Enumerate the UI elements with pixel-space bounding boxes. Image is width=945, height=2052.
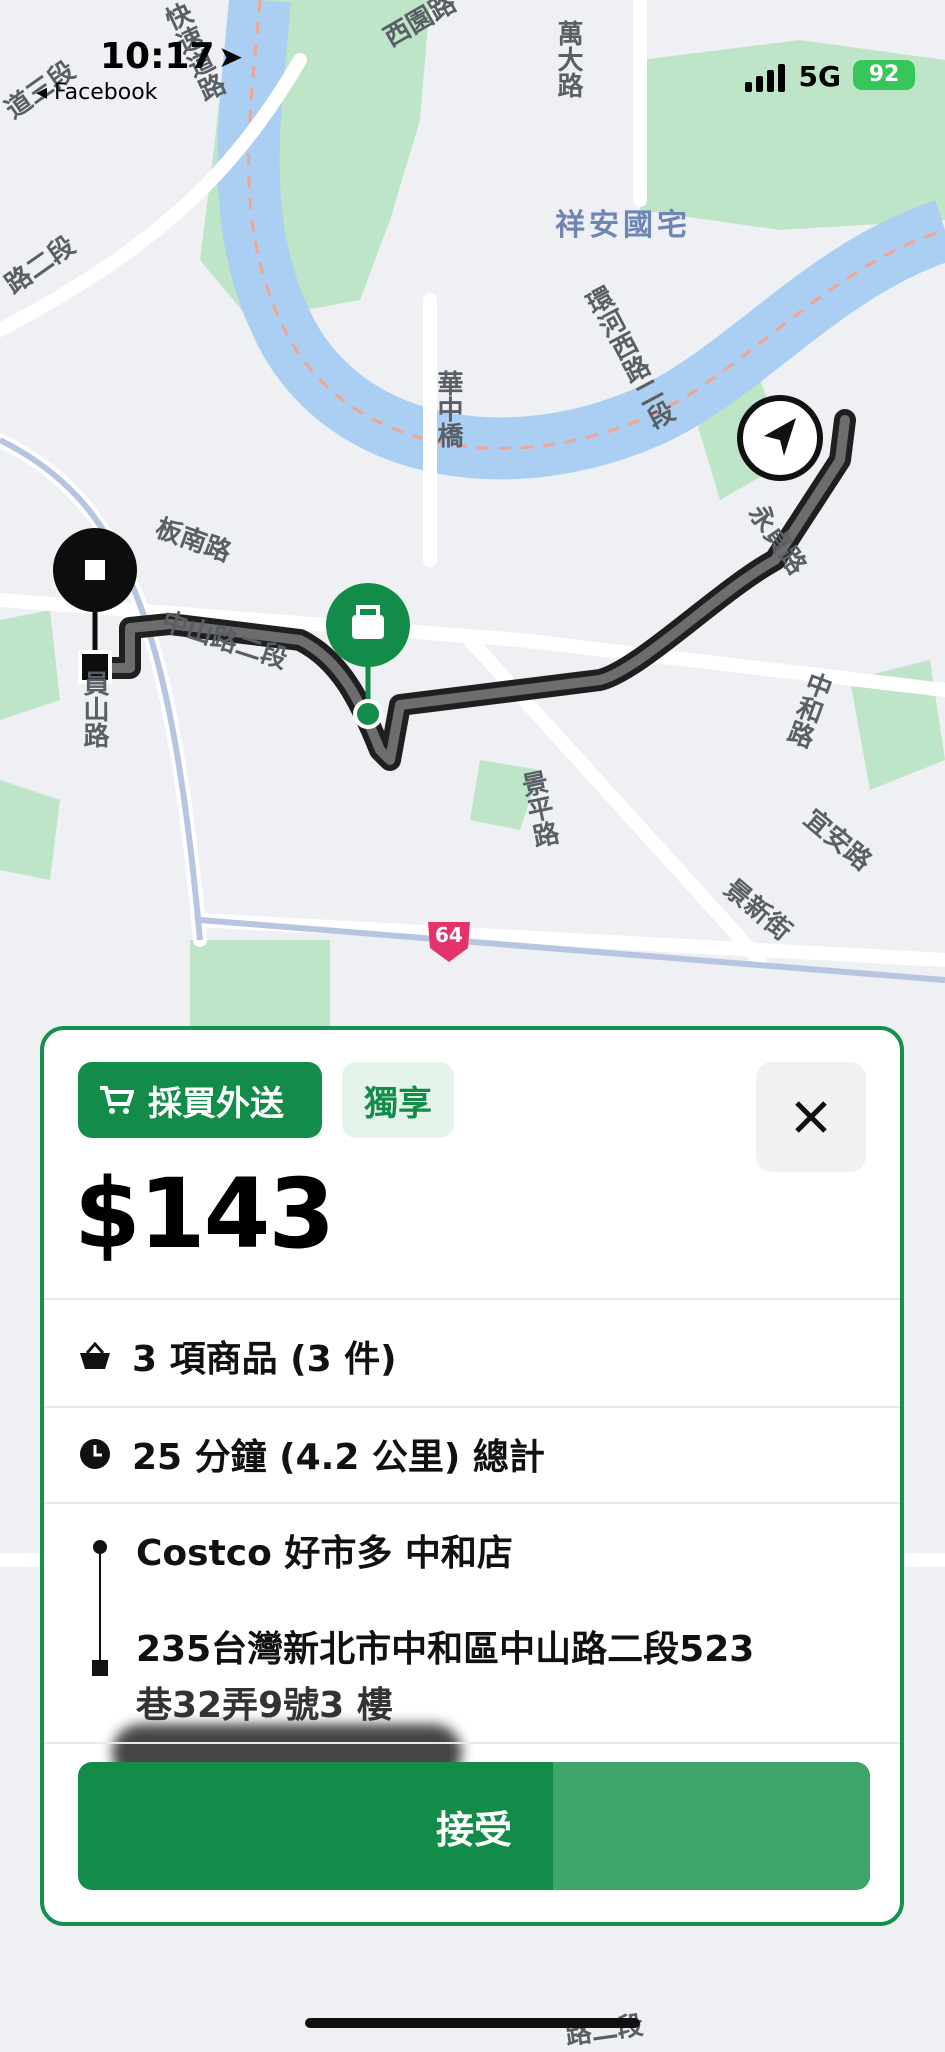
divider bbox=[44, 1406, 900, 1408]
dropoff-address-line2: 巷32弄9號3 樓 bbox=[136, 1685, 393, 1726]
location-arrow-icon: ➤ bbox=[218, 40, 244, 75]
home-indicator[interactable] bbox=[305, 2018, 640, 2028]
close-icon bbox=[795, 1101, 827, 1133]
pickup-dot-icon bbox=[93, 1540, 107, 1554]
exclusive-chip: 獨享 bbox=[342, 1062, 454, 1138]
status-bar: 10:17 ➤ ◂ Facebook 5G 92 bbox=[0, 0, 945, 110]
dropoff-address-line1: 235台灣新北市中和區中山路二段523 bbox=[136, 1629, 755, 1670]
service-type-chip: 採買外送 bbox=[78, 1062, 322, 1138]
accept-button[interactable]: 接受 bbox=[78, 1762, 870, 1890]
battery-icon: 92 bbox=[853, 60, 915, 90]
delivery-offer-card: 採買外送 獨享 $143 3 項商品 (3 件) 25 分鐘 (4.2 公里) … bbox=[40, 1026, 904, 1926]
trip-duration: 25 分鐘 (4.2 公里) 總計 bbox=[132, 1437, 545, 1478]
duration-row: 25 分鐘 (4.2 公里) 總計 bbox=[78, 1428, 545, 1480]
highway-shield-number: 64 bbox=[435, 923, 463, 947]
route-connector-line bbox=[99, 1548, 101, 1668]
service-type-label: 採買外送 bbox=[148, 1083, 284, 1124]
offer-price: $143 bbox=[74, 1158, 335, 1270]
map-label-district: 祥安國宅 bbox=[555, 208, 691, 243]
divider bbox=[44, 1742, 900, 1744]
map-label-road: 員山路 bbox=[79, 670, 109, 748]
network-type: 5G bbox=[798, 60, 841, 93]
cart-icon bbox=[100, 1086, 134, 1114]
divider bbox=[44, 1502, 900, 1504]
accept-button-label: 接受 bbox=[435, 1807, 512, 1852]
signal-icon bbox=[745, 64, 785, 92]
map-label-bridge: 華中橋 bbox=[433, 370, 463, 448]
dropoff-square-icon bbox=[92, 1660, 108, 1676]
basket-icon bbox=[80, 1341, 110, 1369]
clock: 10:17 bbox=[100, 36, 215, 77]
clock-icon bbox=[80, 1439, 110, 1469]
items-row: 3 項商品 (3 件) bbox=[78, 1330, 397, 1382]
pickup-location: Costco 好市多 中和店 bbox=[136, 1533, 513, 1574]
divider bbox=[44, 1298, 900, 1300]
accept-timer-progress bbox=[553, 1762, 870, 1890]
close-button[interactable] bbox=[756, 1062, 866, 1172]
items-count: 3 項商品 (3 件) bbox=[132, 1339, 397, 1380]
back-to-app-link[interactable]: ◂ Facebook bbox=[36, 80, 157, 105]
